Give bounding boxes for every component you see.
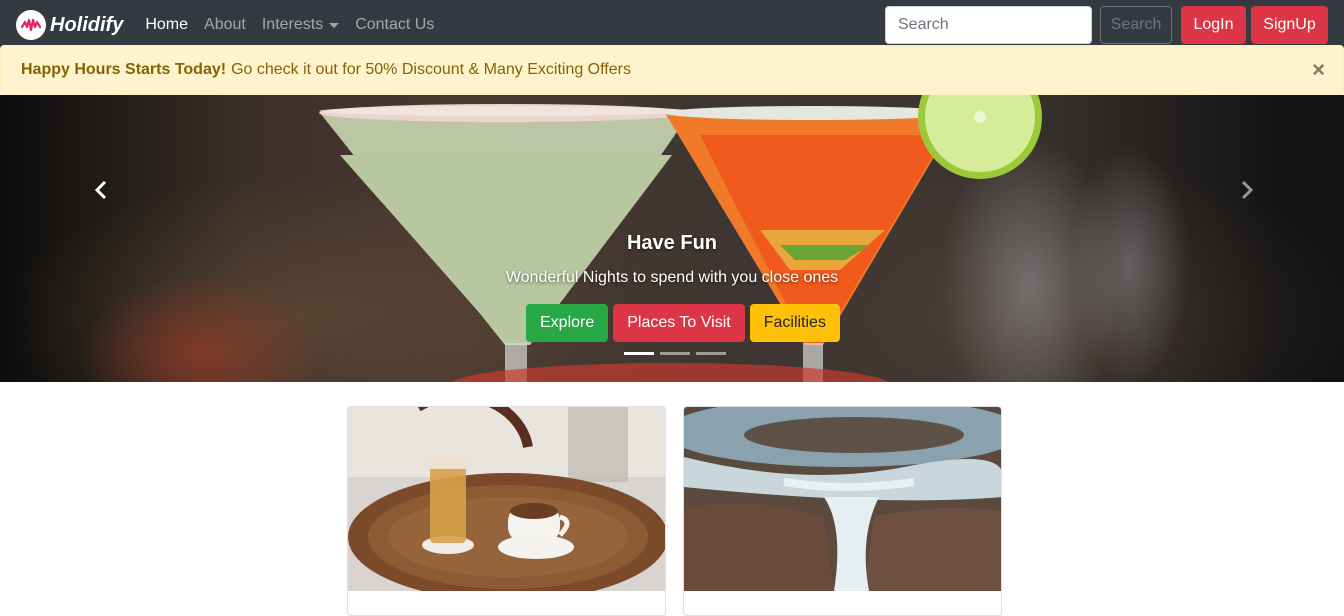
carousel-indicator-3[interactable] [696, 352, 726, 355]
caption-text: Wonderful Nights to spend with you close… [505, 269, 839, 286]
hero-carousel: Have Fun Wonderful Nights to spend with … [0, 95, 1344, 382]
caption-title: Have Fun [626, 232, 718, 254]
nav-link-contact[interactable]: Contact Us [347, 16, 442, 34]
nav-search-form: Search LogIn SignUp [885, 6, 1328, 44]
chevron-left-icon[interactable] [90, 177, 112, 203]
carousel-indicator-1[interactable] [624, 352, 654, 355]
caption-buttons: Explore Places To Visit Facilities [526, 304, 840, 342]
brand-link[interactable]: Holidify [16, 10, 123, 40]
facilities-button[interactable]: Facilities [749, 304, 840, 342]
brand-name: Holidify [50, 13, 124, 36]
carousel-caption: Have Fun Wonderful Nights to spend with … [0, 232, 1344, 287]
carousel-indicators [624, 352, 732, 355]
carousel-indicator-2[interactable] [660, 352, 690, 355]
beer-coffee-image [348, 407, 665, 591]
navbar: Holidify Home About Interests Contact Us… [0, 0, 1344, 50]
nav-link-interests[interactable]: Interests [254, 16, 347, 34]
nav-link-interests-label: Interests [261, 16, 324, 33]
caret-down-icon [329, 22, 340, 28]
search-input[interactable] [885, 6, 1092, 44]
holidify-logo-icon [16, 10, 46, 40]
card-beer-coffee [347, 406, 666, 616]
nav-link-about[interactable]: About [196, 16, 254, 34]
card-waterfall [683, 406, 1002, 616]
promo-alert: Happy Hours Starts Today! Go check it ou… [0, 45, 1344, 95]
places-to-visit-button[interactable]: Places To Visit [613, 304, 745, 342]
waterfall-image [684, 407, 1001, 591]
login-button[interactable]: LogIn [1181, 6, 1246, 44]
search-button[interactable]: Search [1100, 6, 1172, 44]
close-icon[interactable]: × [1312, 59, 1325, 81]
explore-button[interactable]: Explore [526, 304, 609, 342]
chevron-right-icon[interactable] [1236, 177, 1258, 203]
nav-link-home[interactable]: Home [137, 16, 196, 34]
alert-text: Go check it out for 50% Discount & Many … [231, 61, 631, 78]
alert-strong-text: Happy Hours Starts Today! [21, 61, 227, 78]
signup-button[interactable]: SignUp [1251, 6, 1328, 44]
